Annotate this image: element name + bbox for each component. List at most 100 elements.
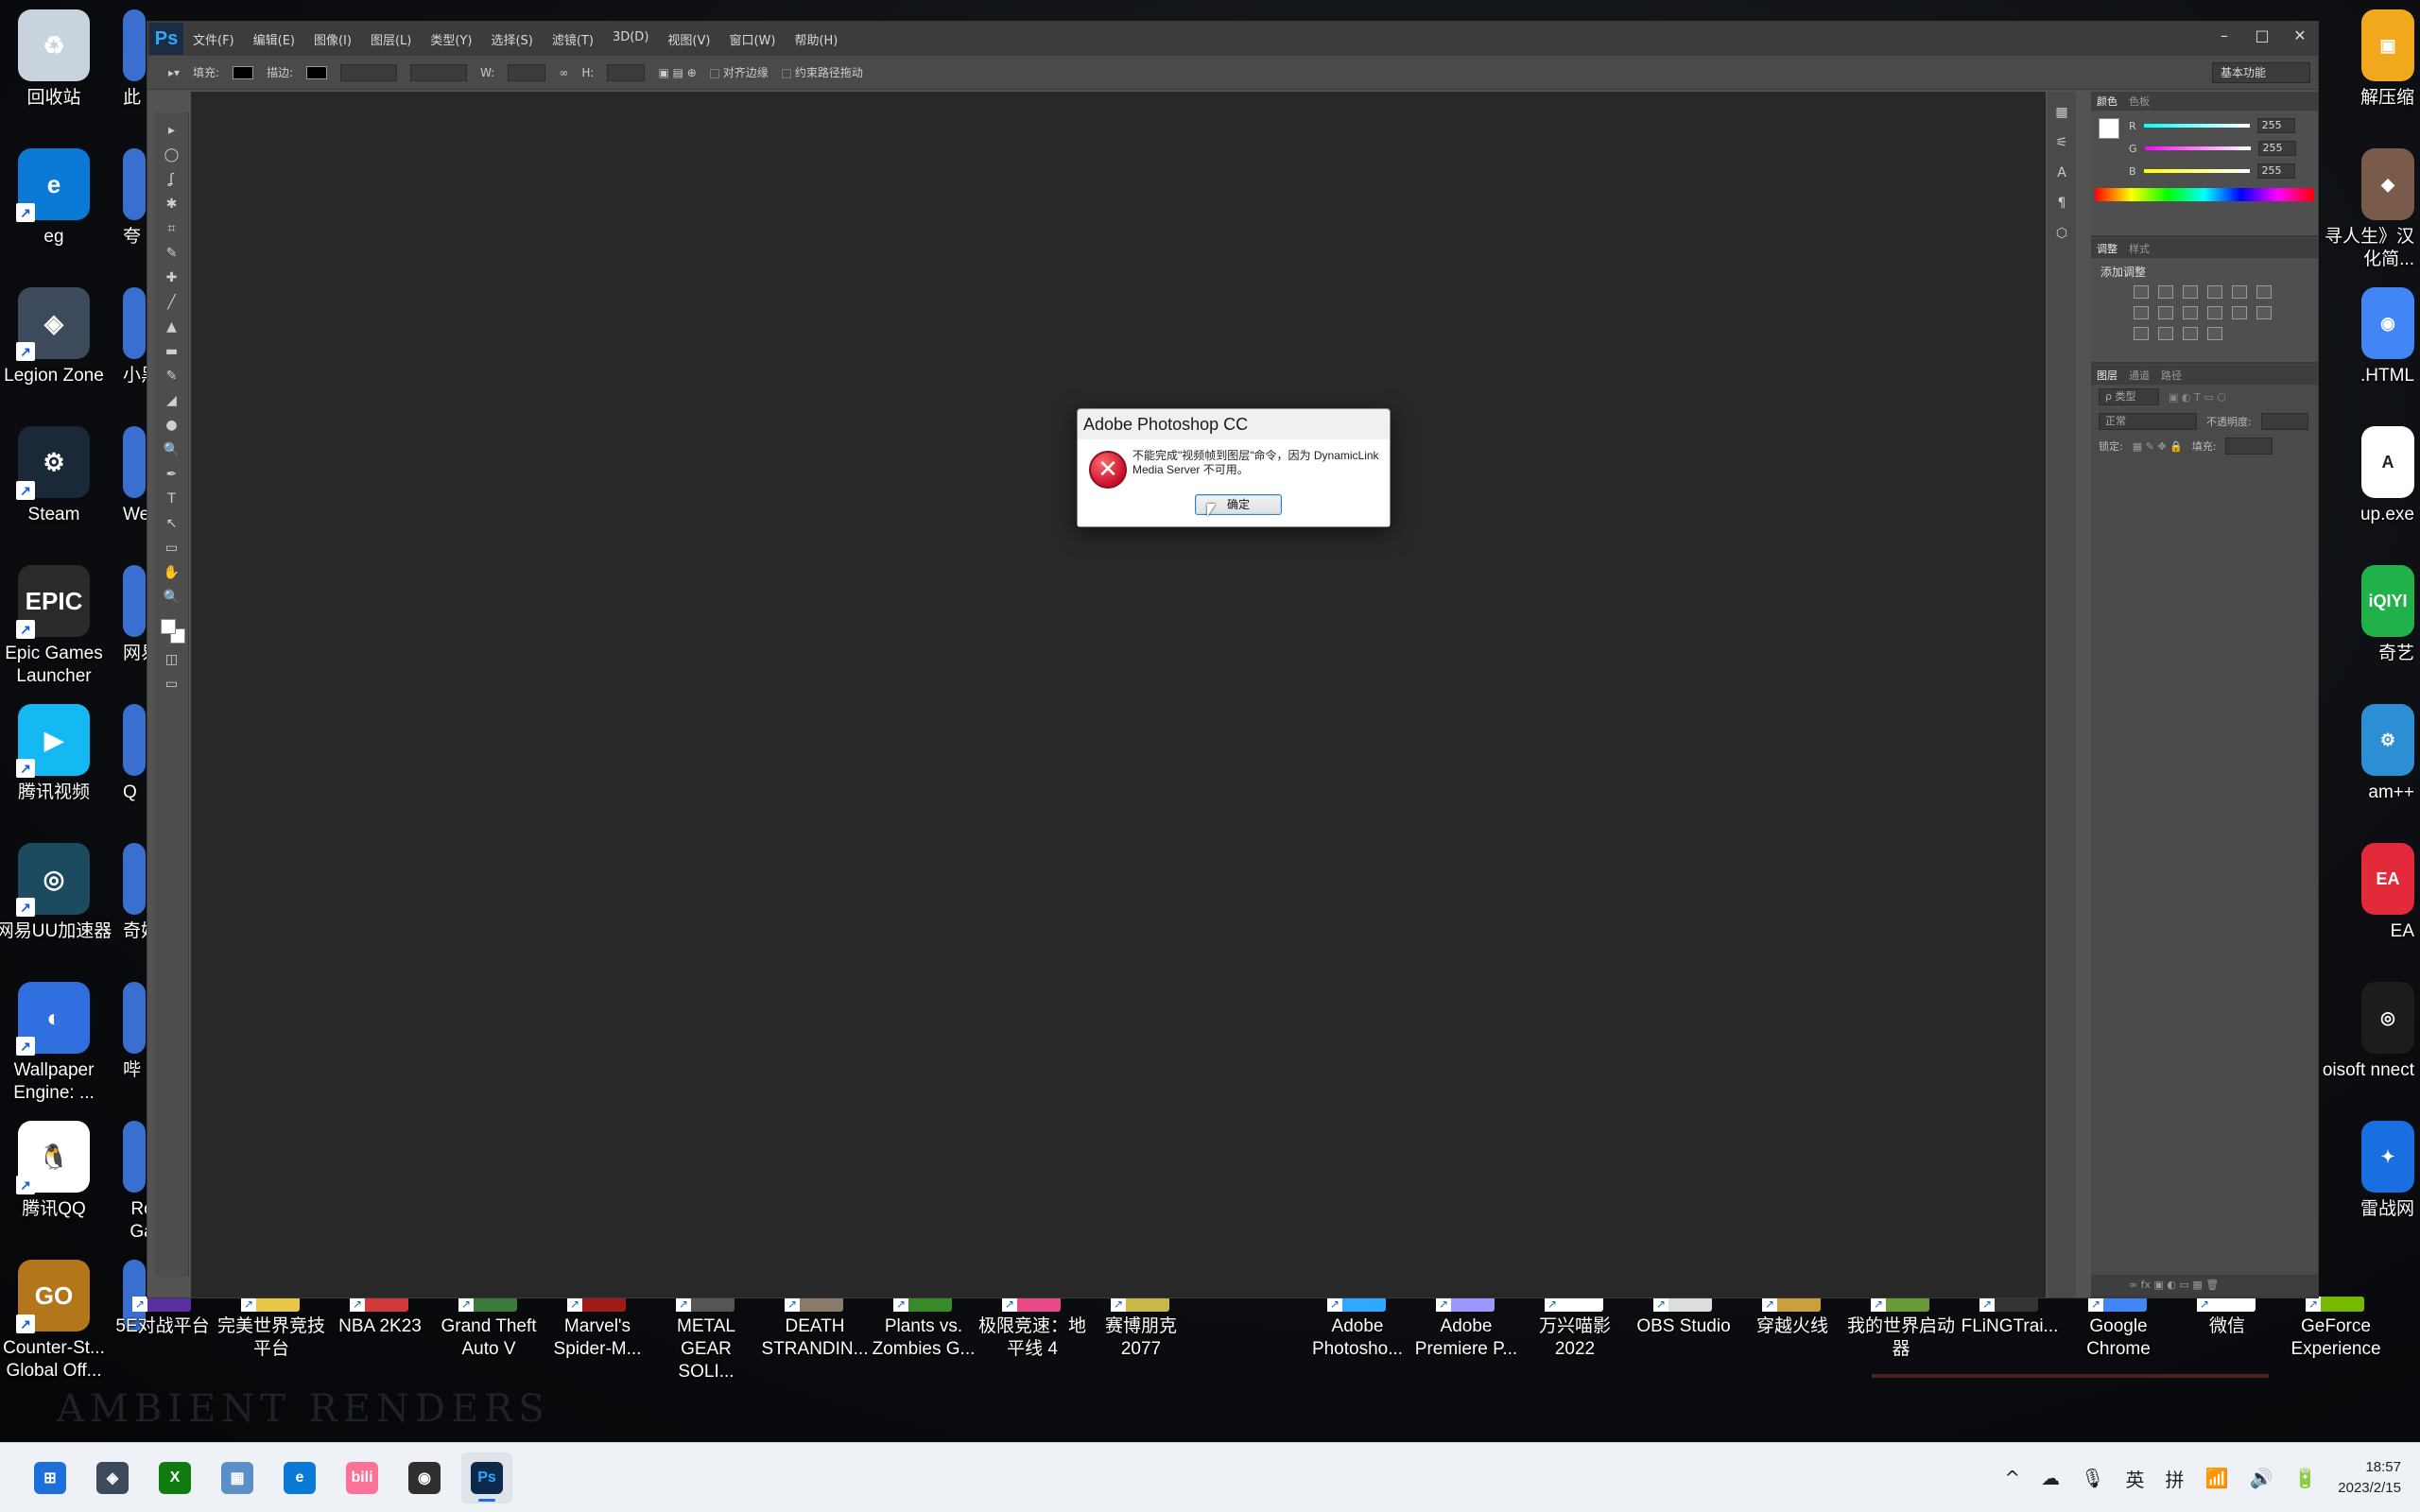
menu-item[interactable]: 文件(F): [193, 30, 234, 48]
menu-item[interactable]: 类型(Y): [430, 30, 472, 48]
desktop-icon[interactable]: ↗ Google Chrome: [2064, 1297, 2173, 1361]
onedrive-icon[interactable]: ☁: [2041, 1467, 2060, 1489]
desktop-icon[interactable]: ✦ 雷战网: [2320, 1121, 2414, 1221]
tool-icon[interactable]: 🔍: [162, 589, 182, 606]
taskbar-edge-button[interactable]: e: [274, 1452, 325, 1503]
tab-channels[interactable]: 通道: [2129, 368, 2150, 383]
link-icon[interactable]: ∞: [559, 66, 568, 79]
desktop-icon[interactable]: ◎ oisoft nnect: [2320, 982, 2414, 1082]
clock[interactable]: 18:57 2023/2/15: [2338, 1457, 2401, 1499]
desktop-icon[interactable]: ↗ 我的世界启动器: [1846, 1297, 1956, 1361]
adjustment-icon[interactable]: [2134, 285, 2149, 299]
tool-icon[interactable]: ▸: [162, 122, 182, 139]
desktop-icon[interactable]: iQIYI 奇艺: [2320, 565, 2414, 665]
b-value[interactable]: 255: [2256, 163, 2295, 179]
tool-icon[interactable]: ⌗: [162, 220, 182, 237]
desktop-icon[interactable]: ↗ GeForce Experience: [2281, 1297, 2391, 1361]
adjustment-icon[interactable]: [2256, 285, 2272, 299]
desktop-icon[interactable]: ◐ ↗ Wallpaper Engine: ...: [0, 982, 115, 1105]
desktop-icon[interactable]: ↗ Adobe Premiere P...: [1411, 1297, 1521, 1361]
adjustment-icon[interactable]: [2158, 306, 2173, 319]
mic-icon[interactable]: 🎙: [2081, 1467, 2104, 1489]
menu-item[interactable]: 选择(S): [491, 30, 532, 48]
menu-item[interactable]: 图层(L): [371, 30, 411, 48]
close-button[interactable]: ✕: [2290, 26, 2310, 46]
desktop-icon[interactable]: ↗ 万兴喵影 2022: [1520, 1297, 1630, 1361]
tool-icon[interactable]: ✚: [162, 269, 182, 286]
adjustment-icon[interactable]: [2207, 327, 2222, 340]
desktop-icon[interactable]: ◈ ↗ Legion Zone: [0, 287, 115, 387]
photoshop-window[interactable]: Ps 文件(F) 编辑(E) 图像(I) 图层(L) 类型(Y) 选择(S) 滤镜(T) 3D…: [147, 21, 2319, 1298]
menu-item[interactable]: 视图(V): [667, 30, 710, 48]
r-value[interactable]: 255: [2256, 118, 2295, 133]
tool-icon[interactable]: ◯: [162, 146, 182, 163]
tab-color[interactable]: 颜色: [2097, 94, 2118, 109]
desktop-icon[interactable]: ♻ 回收站: [0, 9, 115, 110]
taskbar-start-button[interactable]: ⊞: [25, 1452, 76, 1503]
tool-icon[interactable]: ◢: [162, 392, 182, 409]
taskbar-bilibili-button[interactable]: bili: [337, 1452, 388, 1503]
tool-icon[interactable]: ▲: [162, 318, 182, 335]
fill-field[interactable]: [2225, 438, 2273, 455]
dock-icon[interactable]: A: [2057, 165, 2066, 180]
adjustment-icon[interactable]: [2207, 285, 2222, 299]
dock-icon[interactable]: ⬡: [2056, 226, 2067, 241]
tray-chevron-icon[interactable]: ^: [2004, 1467, 2020, 1489]
adjustment-icon[interactable]: [2134, 306, 2149, 319]
desktop-icon[interactable]: ↗ 5E对战平台: [108, 1297, 217, 1338]
adjustment-icon[interactable]: [2158, 285, 2173, 299]
path-ops-icon[interactable]: ▣ ▤ ⊕: [658, 66, 696, 79]
desktop-icon[interactable]: e ↗ eg: [0, 148, 115, 249]
dock-icon[interactable]: ¶: [2058, 196, 2066, 211]
menu-item[interactable]: 3D(D): [613, 30, 648, 48]
desktop-icon[interactable]: ◎ ↗ 网易UU加速器: [0, 843, 115, 943]
adjustment-icon[interactable]: [2256, 306, 2272, 319]
desktop-icon[interactable]: ▶ ↗ 腾讯视频: [0, 704, 115, 804]
workspace-select[interactable]: 基本功能: [2212, 62, 2310, 83]
menu-item[interactable]: 图像(I): [314, 30, 352, 48]
desktop-icon[interactable]: Aup.exe: [2320, 426, 2414, 526]
taskbar-lenovo-vantage-button[interactable]: ▦: [212, 1452, 263, 1503]
tool-icon[interactable]: ✒: [162, 466, 182, 483]
dock-icon[interactable]: ⚟: [2056, 135, 2068, 150]
taskbar-legion-button[interactable]: ◈: [87, 1452, 138, 1503]
taskbar-photoshop-button[interactable]: Ps: [461, 1452, 512, 1503]
g-value[interactable]: 255: [2257, 141, 2296, 156]
document-area[interactable]: [191, 92, 2046, 1297]
foreground-color[interactable]: [2099, 118, 2119, 139]
desktop-icon[interactable]: ↗ 完美世界竞技平台: [216, 1297, 326, 1361]
minimize-button[interactable]: –: [2214, 26, 2235, 46]
tool-icon[interactable]: ●: [162, 417, 182, 434]
wifi-icon[interactable]: 📶: [2205, 1467, 2229, 1489]
tool-icon[interactable]: ✋: [162, 564, 182, 581]
stroke-swatch[interactable]: [306, 65, 328, 79]
desktop-icon[interactable]: ▣ 解压缩: [2320, 9, 2414, 110]
desktop-icon[interactable]: GO ↗ Counter-St... Global Off...: [0, 1260, 115, 1383]
desktop-icon[interactable]: ↗ METAL GEAR SOLI...: [651, 1297, 761, 1383]
desktop-icon[interactable]: ↗ 赛博朋克 2077: [1086, 1297, 1196, 1361]
fill-swatch[interactable]: [233, 65, 254, 79]
tool-icon[interactable]: 🔍: [162, 441, 182, 458]
desktop-icon[interactable]: ⚙ am++: [2320, 704, 2414, 804]
tool-icon[interactable]: ▬: [162, 343, 182, 360]
taskbar-xbox-button[interactable]: X: [149, 1452, 200, 1503]
mode-icon[interactable]: ◫: [162, 651, 182, 668]
tool-icon[interactable]: T: [162, 490, 182, 507]
tool-icon[interactable]: ʆ: [162, 171, 182, 188]
ime-mode[interactable]: 拼: [2166, 1465, 2185, 1492]
ime-language[interactable]: 英: [2126, 1465, 2145, 1492]
menu-item[interactable]: 编辑(E): [253, 30, 295, 48]
g-slider[interactable]: [2144, 146, 2251, 150]
dock-icon[interactable]: ▦: [2055, 105, 2067, 120]
color-swatches[interactable]: [159, 617, 185, 644]
desktop-icon[interactable]: 🐧 ↗ 腾讯QQ: [0, 1121, 115, 1221]
desktop-icon[interactable]: ↗ DEATH STRANDIN...: [760, 1297, 870, 1361]
menu-item[interactable]: 窗口(W): [729, 30, 775, 48]
desktop-icon[interactable]: ◉ .HTML: [2320, 287, 2414, 387]
b-slider[interactable]: [2143, 169, 2250, 173]
desktop-icon[interactable]: EA EA: [2320, 843, 2414, 943]
lock-icons[interactable]: ▦ ✎ ✥ 🔒: [2133, 440, 2183, 453]
desktop-icon[interactable]: ↗ NBA 2K23: [325, 1297, 435, 1338]
desktop-icon[interactable]: ↗ Plants vs. Zombies G...: [869, 1297, 978, 1361]
tool-preset-icon[interactable]: ▸▾: [168, 66, 180, 79]
